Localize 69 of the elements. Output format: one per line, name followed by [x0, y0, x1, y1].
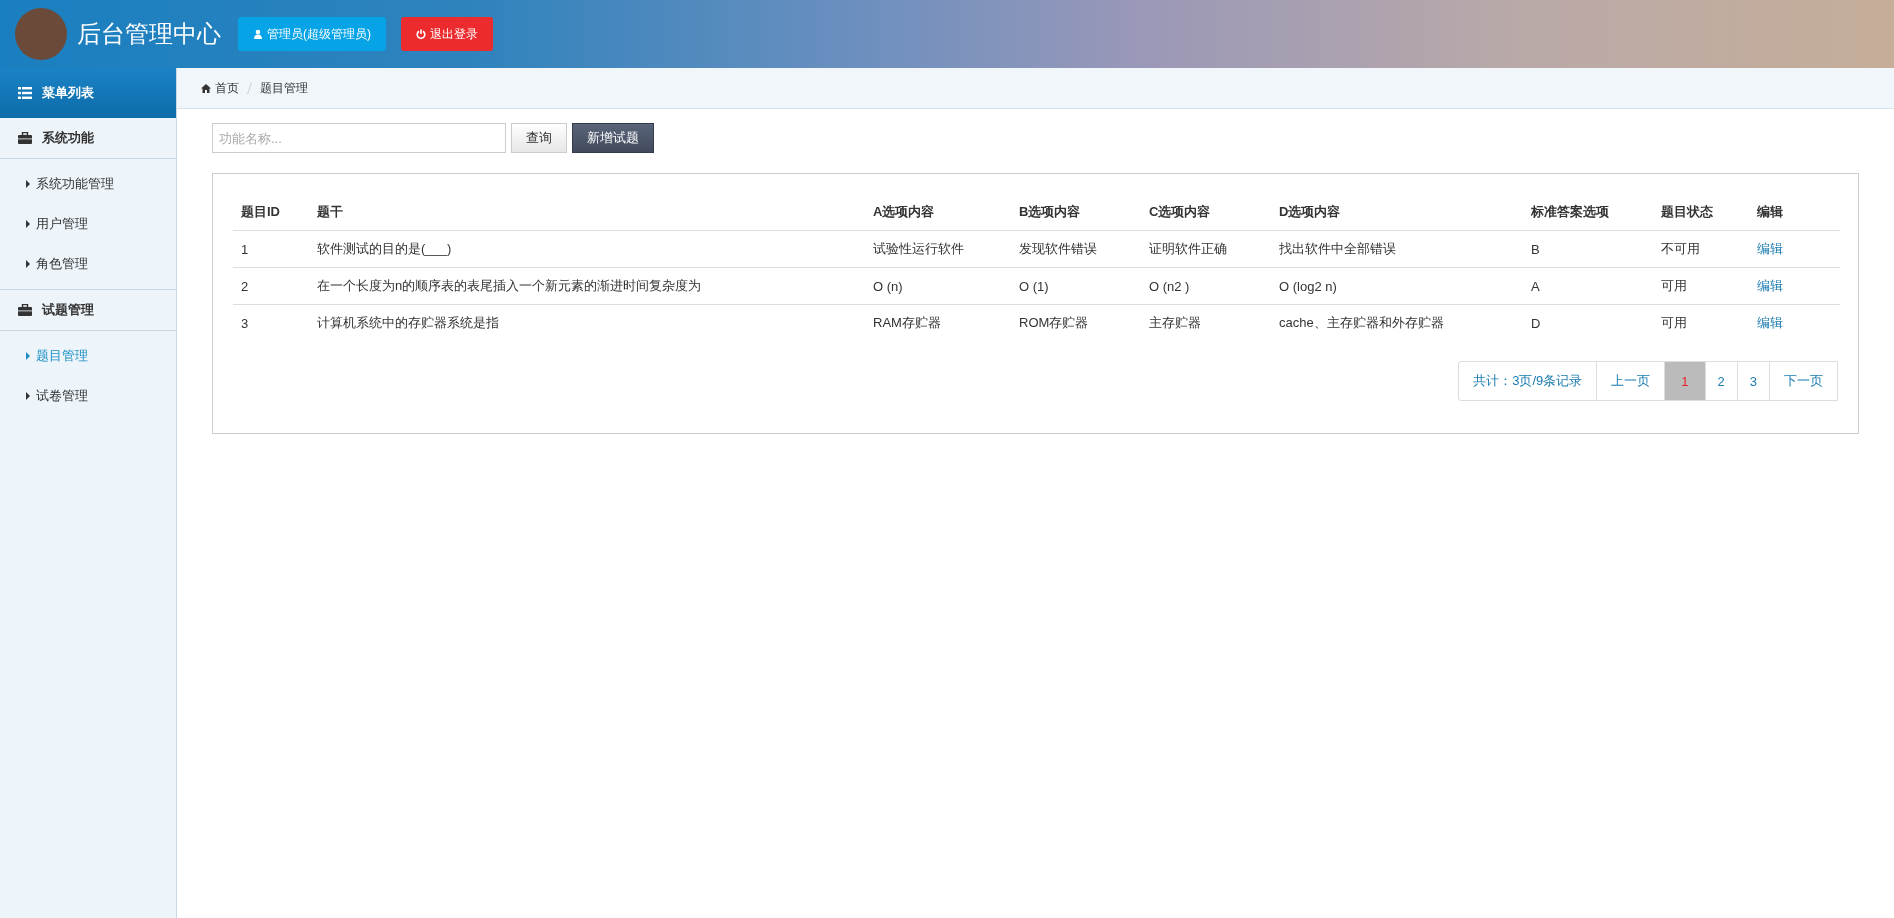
table-cell: cache、主存贮器和外存贮器	[1279, 315, 1444, 330]
table-cell: 1	[241, 241, 249, 257]
table-cell: 在一个长度为n的顺序表的表尾插入一个新元素的渐进时间复杂度为	[317, 278, 702, 293]
previous-page-button[interactable]: 上一页	[1596, 361, 1666, 401]
table-cell: 试验性运行软件	[873, 241, 964, 256]
breadcrumb-item: 题目管理	[260, 79, 308, 97]
column-header: 题目状态	[1653, 194, 1749, 231]
table-cell: O (n)	[873, 278, 903, 294]
user-icon	[253, 29, 263, 39]
caret-icon	[26, 220, 30, 228]
table-cell: 2	[241, 278, 249, 294]
edit-link[interactable]: 编辑	[1757, 315, 1783, 330]
caret-icon	[26, 352, 30, 360]
add-button[interactable]: 新增试题	[572, 123, 654, 153]
column-header: C选项内容	[1141, 194, 1271, 231]
sidebar-header: 菜单列表	[0, 68, 176, 118]
caret-icon	[26, 392, 30, 400]
column-header: B选项内容	[1011, 194, 1141, 231]
table-cell: ROM存贮器	[1019, 315, 1089, 330]
sidebar-item[interactable]: 题目管理	[0, 336, 176, 376]
table-cell: B	[1531, 241, 1540, 257]
sidebar-group-header[interactable]: 系统功能	[0, 118, 176, 159]
column-header: A选项内容	[865, 194, 1011, 231]
sidebar-group-header[interactable]: 试题管理	[0, 290, 176, 331]
briefcase-icon	[18, 132, 32, 144]
list-icon	[18, 87, 32, 99]
next-page-button[interactable]: 下一页	[1769, 361, 1838, 401]
table-cell: RAM存贮器	[873, 315, 941, 330]
pagination-summary: 共计：3页/9条记录	[1458, 361, 1598, 401]
page-button[interactable]: 2	[1704, 361, 1738, 401]
table-cell: 找出软件中全部错误	[1279, 241, 1396, 256]
column-header: 题目ID	[233, 194, 309, 231]
edit-link[interactable]: 编辑	[1757, 241, 1783, 256]
table-cell: O (1)	[1019, 278, 1049, 294]
caret-icon	[26, 180, 30, 188]
briefcase-icon	[18, 304, 32, 316]
home-icon	[201, 83, 211, 93]
sidebar-item[interactable]: 用户管理	[0, 204, 176, 244]
column-header: 编辑	[1749, 194, 1840, 231]
column-header: 标准答案选项	[1523, 194, 1653, 231]
sidebar-item[interactable]: 试卷管理	[0, 376, 176, 416]
table-cell: 发现软件错误	[1019, 241, 1097, 256]
column-header: 题干	[309, 194, 865, 231]
table-cell: 不可用	[1661, 241, 1700, 256]
table-cell: 计算机系统中的存贮器系统是指	[317, 315, 499, 330]
breadcrumb-item[interactable]: 首页	[201, 79, 239, 97]
avatar	[15, 8, 67, 60]
table-cell: 3	[241, 315, 249, 331]
table-cell: 软件测试的目的是(___)	[317, 241, 452, 256]
sidebar-item[interactable]: 角色管理	[0, 244, 176, 284]
table-cell: D	[1531, 315, 1541, 331]
edit-link[interactable]: 编辑	[1757, 278, 1783, 293]
table-cell: 可用	[1661, 278, 1687, 293]
table-cell: 证明软件正确	[1149, 241, 1227, 256]
search-field[interactable]: 功能名称...	[212, 123, 506, 153]
table-cell: 主存贮器	[1149, 315, 1201, 330]
sidebar-item[interactable]: 系统功能管理	[0, 164, 176, 204]
logout-button[interactable]: 退出登录	[401, 17, 493, 51]
power-icon	[416, 29, 426, 39]
page-button[interactable]: 3	[1736, 361, 1770, 401]
table-cell: O (n2 )	[1149, 278, 1190, 294]
table-cell: 可用	[1661, 315, 1687, 330]
caret-icon	[26, 260, 30, 268]
user-button[interactable]: 管理员(超级管理员)	[238, 17, 386, 51]
column-header: D选项内容	[1271, 194, 1523, 231]
site-title: 后台管理中心	[77, 19, 221, 49]
table-cell: A	[1531, 278, 1540, 294]
query-button[interactable]: 查询	[511, 123, 567, 153]
table-cell: O (log2 n)	[1279, 278, 1337, 294]
